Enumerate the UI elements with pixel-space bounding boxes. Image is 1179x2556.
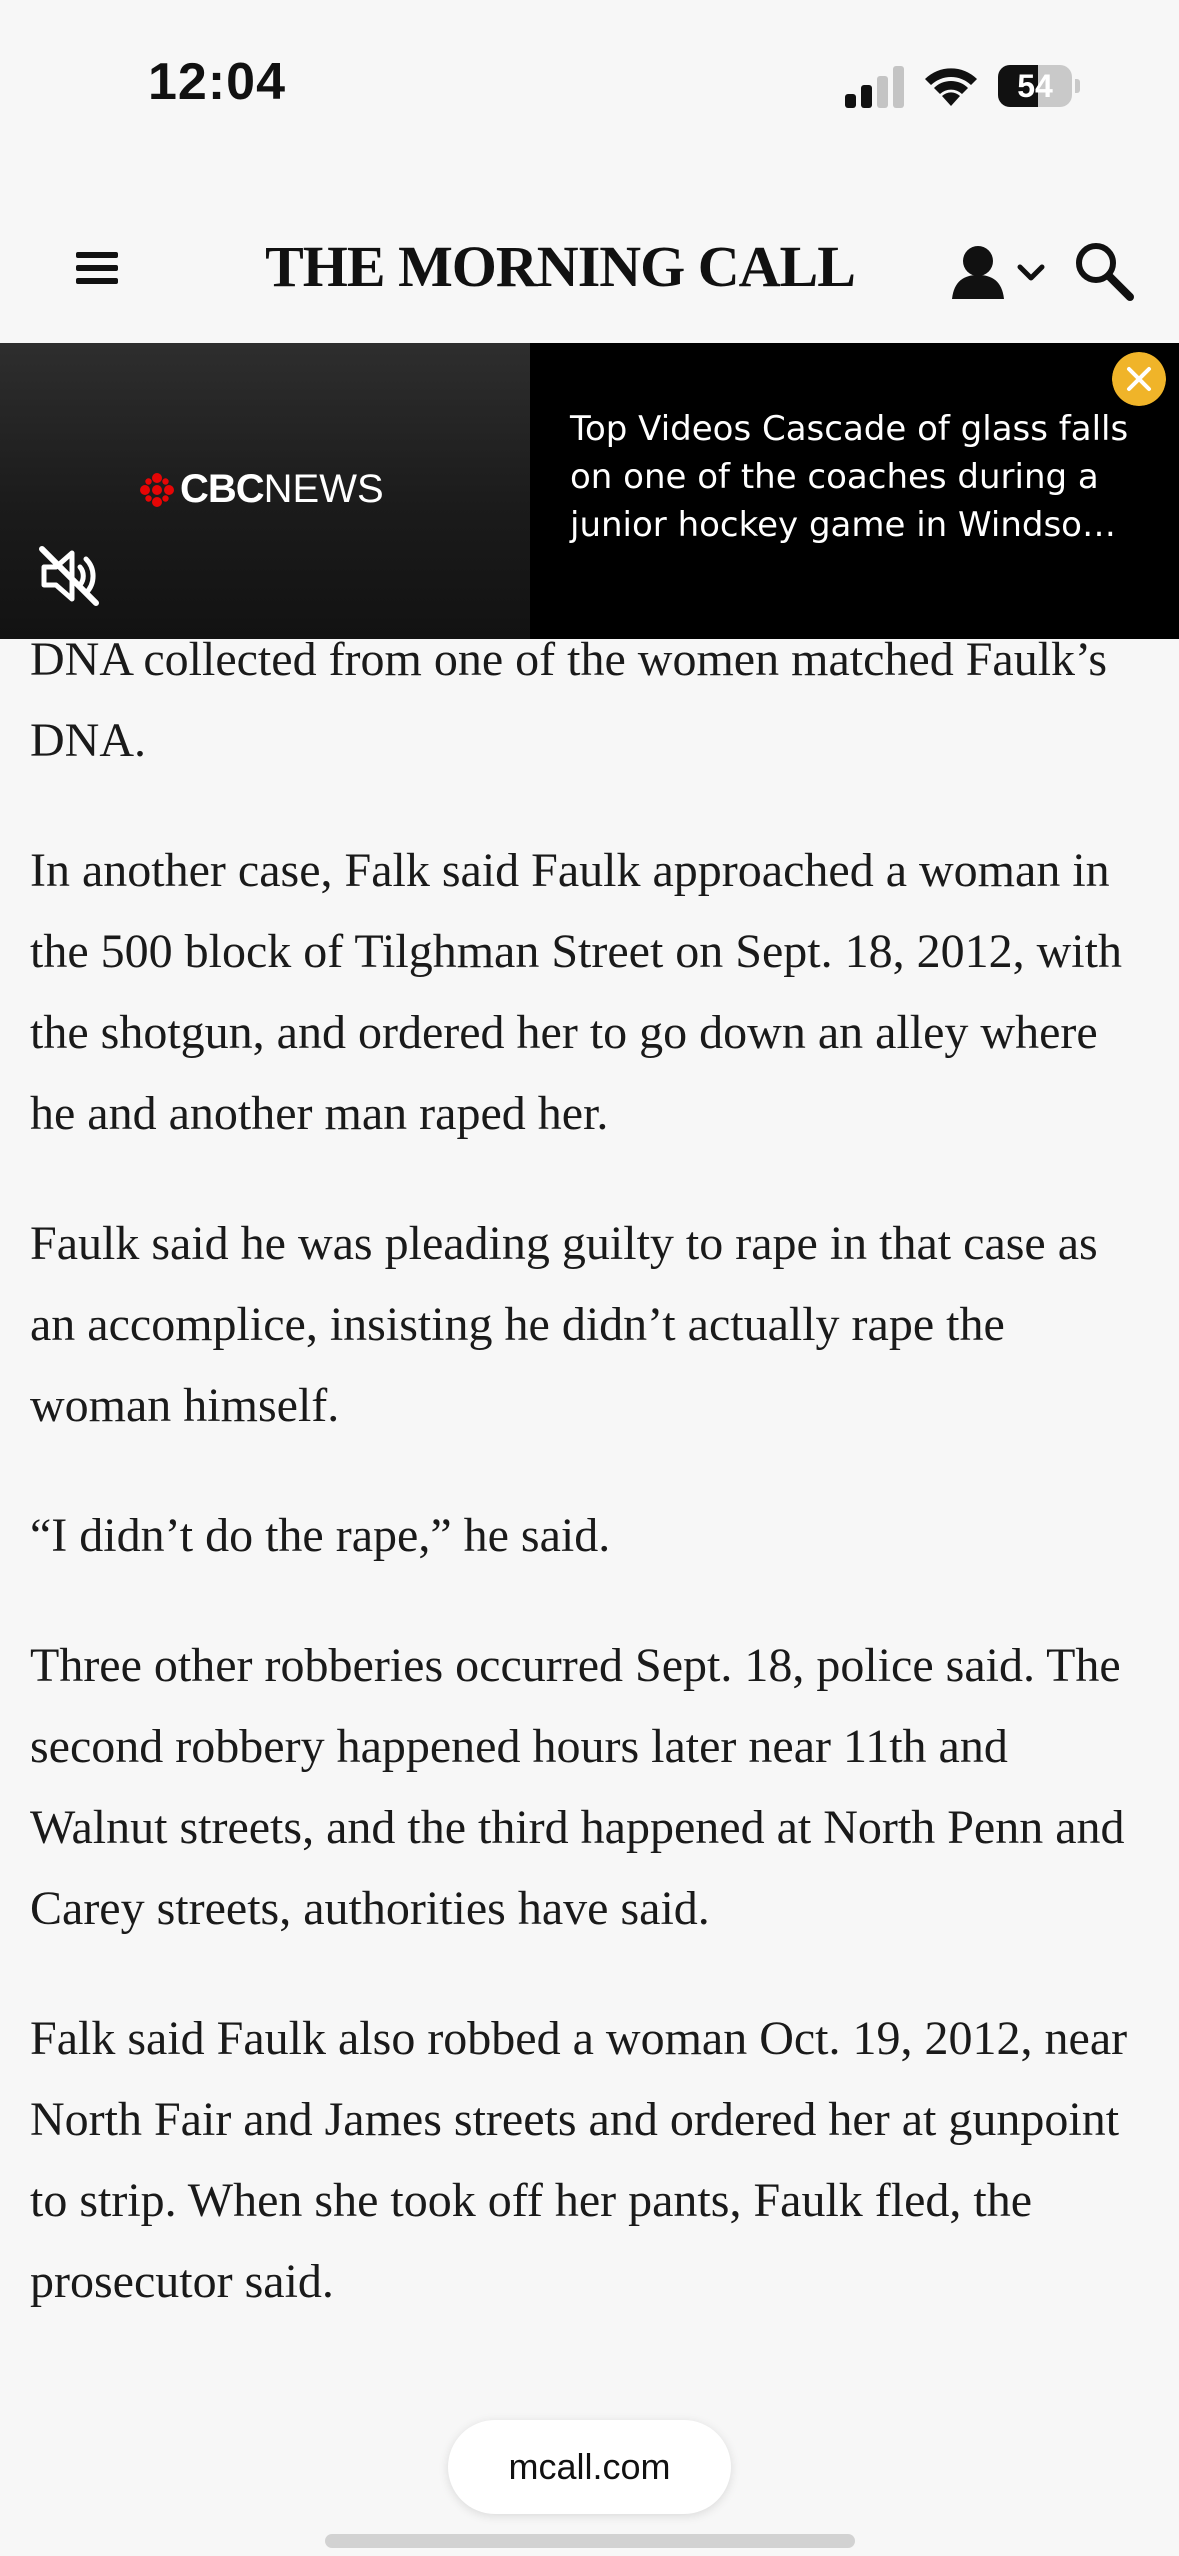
account-icon	[952, 246, 1004, 299]
hamburger-menu-icon[interactable]	[72, 248, 124, 288]
battery-icon: 54	[998, 65, 1080, 107]
article-paragraph: Falk said Faulk also robbed a woman Oct.…	[30, 2012, 1128, 2308]
wifi-icon	[925, 68, 977, 106]
logo-text-news: NEWS	[263, 467, 384, 511]
search-icon[interactable]	[1072, 239, 1136, 303]
account-menu-button[interactable]	[950, 243, 1060, 305]
article-paragraph: Faulk said he was pleading guilty to rap…	[30, 1217, 1098, 1432]
cbc-gem-icon	[140, 472, 174, 507]
battery-percent: 54	[1017, 68, 1053, 104]
video-title[interactable]: Top Videos Cascade of glass falls on one…	[570, 405, 1150, 549]
site-masthead[interactable]: THE MORNING CALL	[250, 233, 870, 300]
close-icon[interactable]	[1112, 352, 1166, 406]
status-time: 12:04	[148, 53, 286, 111]
cellular-signal-icon	[845, 66, 904, 108]
cbc-news-logo: CBC NEWS	[140, 467, 384, 512]
article-body: DNA collected from one of the women matc…	[30, 633, 1150, 2371]
home-indicator	[325, 2534, 855, 2548]
article-paragraph: In another case, Falk said Faulk approac…	[30, 844, 1122, 1140]
mute-icon[interactable]	[36, 543, 102, 609]
article-paragraph: “I didn’t do the rape,” he said.	[30, 1509, 611, 1562]
video-ad-banner[interactable]: CBC NEWS Top Videos Cascade of glass fall…	[0, 343, 1179, 639]
status-bar: 12:04 54	[0, 0, 1179, 175]
article-paragraph: DNA collected from one of the women matc…	[30, 633, 1108, 767]
chevron-down-icon	[1017, 264, 1045, 281]
article-paragraph: Three other robberies occurred Sept. 18,…	[30, 1639, 1125, 1935]
logo-text-cbc: CBC	[180, 467, 265, 511]
browser-url-bar[interactable]: mcall.com	[448, 2420, 731, 2514]
video-player[interactable]: CBC NEWS	[0, 343, 530, 639]
site-header: THE MORNING CALL	[0, 175, 1179, 345]
